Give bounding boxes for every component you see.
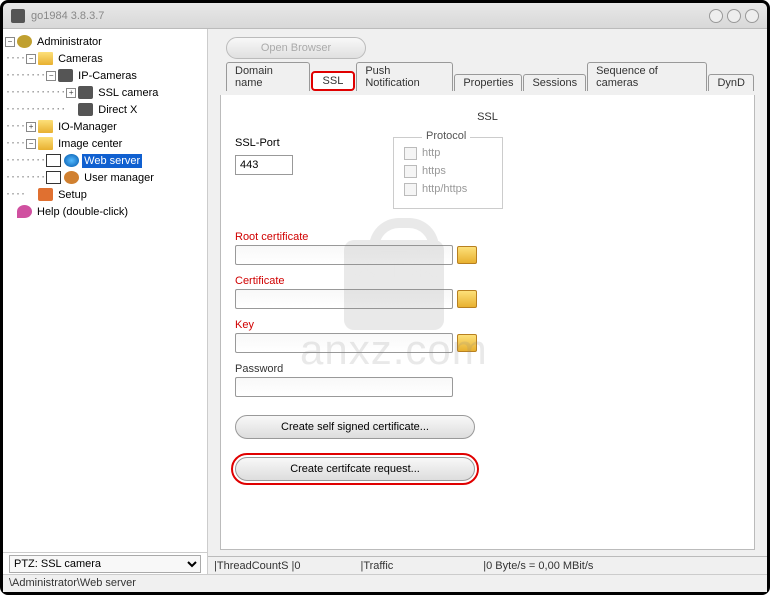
checkbox-icon[interactable] (46, 171, 61, 184)
rootcert-browse-button[interactable] (457, 246, 477, 264)
ssl-port-input[interactable] (235, 155, 293, 175)
window-title: go1984 3.8.3.7 (31, 10, 705, 22)
panel-title: SSL (235, 111, 740, 123)
protocol-group: Protocol http https http/https (393, 137, 503, 209)
tab-ssl[interactable]: SSL (311, 71, 356, 91)
app-window: go1984 3.8.3.7 −Administrator ····−Camer… (0, 0, 770, 595)
key-label: Key (235, 319, 740, 331)
tree-directx[interactable]: ············Direct X (5, 101, 205, 118)
content: −Administrator ····−Cameras ········−IP-… (3, 29, 767, 574)
tab-domain[interactable]: Domain name (226, 62, 310, 91)
tabs: Domain name SSL Push Notification Proper… (220, 69, 755, 91)
titlebar: go1984 3.8.3.7 (3, 3, 767, 29)
tab-sessions[interactable]: Sessions (523, 74, 586, 91)
camera-icon (78, 103, 93, 116)
tab-push[interactable]: Push Notification (356, 62, 453, 91)
maximize-button[interactable] (727, 9, 741, 23)
app-icon (11, 9, 25, 23)
cert-input[interactable] (235, 289, 453, 309)
protocol-http[interactable]: http (404, 144, 492, 162)
path-bar: \Administrator\Web server (3, 574, 767, 592)
tree-iomanager[interactable]: ····+IO-Manager (5, 118, 205, 135)
threads-label: ThreadCountS (217, 560, 289, 572)
topbar: Open Browser Domain name SSL Push Notifi… (208, 29, 767, 95)
tree-usermanager[interactable]: ········User manager (5, 169, 205, 186)
traffic-label: Traffic (363, 560, 393, 572)
globe-icon (64, 154, 79, 167)
setup-icon (38, 188, 53, 201)
tab-sequence[interactable]: Sequence of cameras (587, 62, 707, 91)
close-button[interactable] (745, 9, 759, 23)
tree-webserver[interactable]: ········Web server (5, 152, 205, 169)
folder-icon (38, 52, 53, 65)
ptz-select[interactable]: PTZ: SSL camera (9, 555, 201, 573)
key-input[interactable] (235, 333, 453, 353)
status-bar: |ThreadCountS |0 |Traffic |0 Byte/s = 0,… (208, 556, 767, 574)
path-text: \Administrator\Web server (9, 577, 136, 589)
tree-setup[interactable]: ····Setup (5, 186, 205, 203)
tree-admin[interactable]: −Administrator (5, 33, 205, 50)
ssl-port-label: SSL-Port (235, 137, 293, 149)
help-icon (17, 205, 32, 218)
create-request-button[interactable]: Create certifcate request... (235, 457, 475, 481)
tree-cameras[interactable]: ····−Cameras (5, 50, 205, 67)
password-input[interactable] (235, 377, 453, 397)
tab-properties[interactable]: Properties (454, 74, 522, 91)
tree-imagecenter[interactable]: ····−Image center (5, 135, 205, 152)
cert-browse-button[interactable] (457, 290, 477, 308)
tab-dyndns[interactable]: DynD (708, 74, 754, 91)
user-icon (64, 171, 79, 184)
create-selfsigned-button[interactable]: Create self signed certificate... (235, 415, 475, 439)
key-browse-button[interactable] (457, 334, 477, 352)
main: Open Browser Domain name SSL Push Notifi… (208, 29, 767, 574)
rootcert-input[interactable] (235, 245, 453, 265)
camera-icon (78, 86, 93, 99)
checkbox-icon[interactable] (46, 154, 61, 167)
tree-ipcameras[interactable]: ········−IP-Cameras (5, 67, 205, 84)
open-browser-button[interactable]: Open Browser (226, 37, 366, 59)
threads-value: 0 (294, 560, 300, 572)
protocol-label: Protocol (422, 130, 470, 142)
rate-value: 0 Byte/s = 0,00 MBit/s (486, 560, 593, 572)
folder-icon (38, 137, 53, 150)
ptz-bar: PTZ: SSL camera (3, 552, 207, 574)
camera-icon (58, 69, 73, 82)
folder-icon (38, 120, 53, 133)
cert-label: Certificate (235, 275, 740, 287)
protocol-https[interactable]: https (404, 162, 492, 180)
tree-sslcam[interactable]: ············+SSL camera (5, 84, 205, 101)
rootcert-label: Root certificate (235, 231, 740, 243)
admin-icon (17, 35, 32, 48)
sidebar: −Administrator ····−Cameras ········−IP-… (3, 29, 208, 574)
protocol-both[interactable]: http/https (404, 180, 492, 198)
tree-help[interactable]: Help (double-click) (5, 203, 205, 220)
password-label: Password (235, 363, 740, 375)
tree: −Administrator ····−Cameras ········−IP-… (3, 29, 207, 552)
ssl-panel: SSL SSL-Port Protocol http https http/ht… (220, 95, 755, 550)
minimize-button[interactable] (709, 9, 723, 23)
